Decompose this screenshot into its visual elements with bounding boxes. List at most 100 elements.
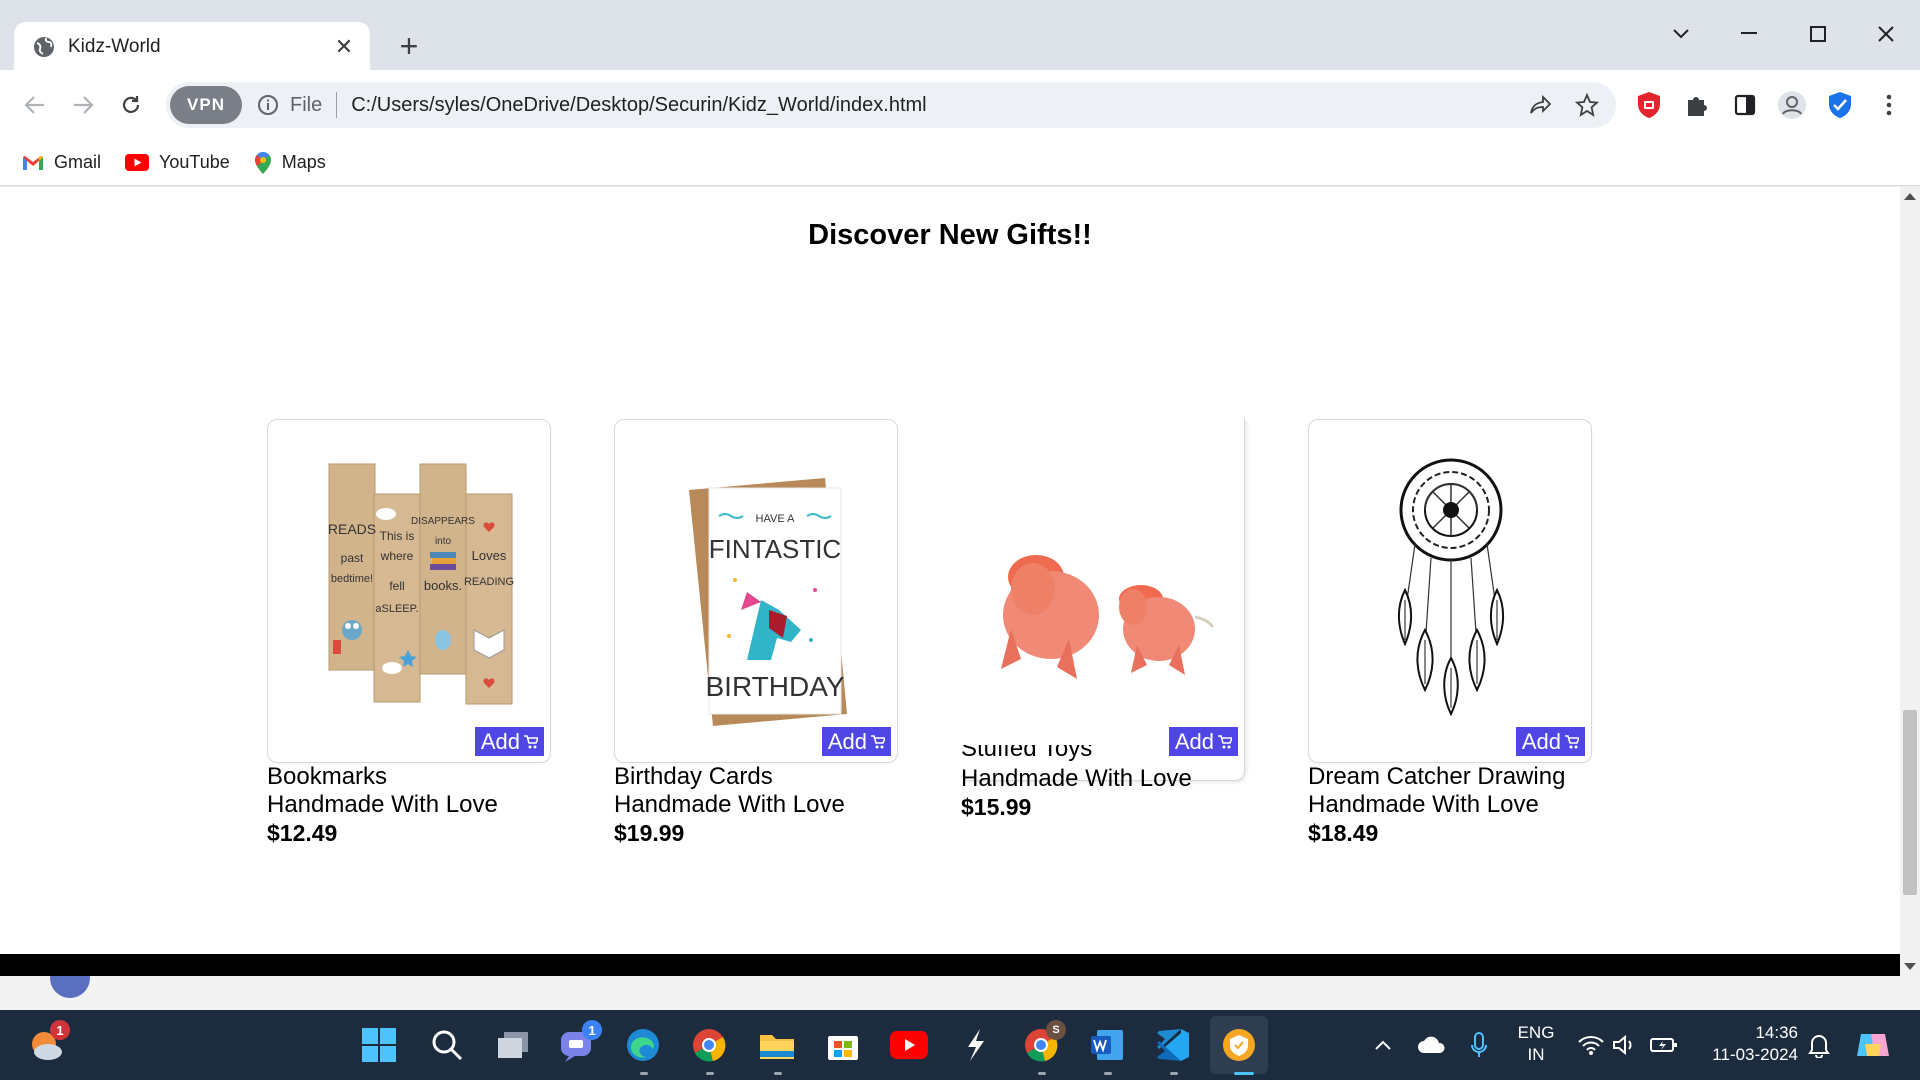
word-icon[interactable] xyxy=(1086,1024,1128,1066)
scroll-up-arrow-icon[interactable] xyxy=(1904,193,1916,200)
bookmarks-image: READS past bedtime! This is where fell a… xyxy=(328,463,514,705)
product-price: $18.49 xyxy=(1308,820,1379,846)
profile-avatar-icon[interactable] xyxy=(1775,88,1809,122)
back-arrow-icon[interactable] xyxy=(18,88,52,122)
bookmark-text: books. xyxy=(424,578,462,593)
task-view-icon[interactable] xyxy=(492,1024,534,1066)
vscode-icon[interactable] xyxy=(1152,1024,1194,1066)
chrome-icon[interactable] xyxy=(688,1024,730,1066)
bookmark-star-icon[interactable] xyxy=(1570,88,1604,122)
share-icon[interactable] xyxy=(1524,88,1558,122)
product-tagline: Handmade With Love xyxy=(961,765,1192,792)
page-viewport: Discover New Gifts!! READS past bedtime!… xyxy=(0,187,1920,976)
product-price: $12.49 xyxy=(267,820,338,846)
file-explorer-icon[interactable] xyxy=(756,1024,798,1066)
vpn-app-icon[interactable] xyxy=(1218,1024,1260,1066)
clock-date: 11-03-2024 xyxy=(1712,1045,1798,1064)
bookmark-text: Loves xyxy=(472,548,507,563)
product-image-frame: Add xyxy=(1308,419,1592,763)
language-code: ENG xyxy=(1517,1023,1555,1042)
info-icon[interactable] xyxy=(256,93,280,117)
microphone-icon[interactable] xyxy=(1458,1024,1500,1066)
globe-icon xyxy=(34,37,54,57)
chrome-running-dot xyxy=(706,1072,714,1075)
tab-close-icon[interactable]: ✕ xyxy=(332,34,356,60)
bookmark-text: READING xyxy=(464,576,514,588)
language-indicator[interactable]: ENG IN xyxy=(1508,1022,1564,1066)
copilot-icon[interactable] xyxy=(1852,1024,1894,1066)
extensions-puzzle-icon[interactable] xyxy=(1680,88,1714,122)
product-tagline: Handmade With Love xyxy=(267,791,498,818)
tab-search-chevron-icon[interactable] xyxy=(1661,16,1701,52)
address-separator xyxy=(336,92,338,118)
weather-badge: 1 xyxy=(50,1020,70,1040)
bookmark-youtube[interactable]: YouTube xyxy=(125,152,230,173)
new-tab-button[interactable]: + xyxy=(392,30,426,64)
card-text: HAVE A xyxy=(756,513,796,525)
vpn-badge[interactable]: VPN xyxy=(170,86,242,124)
side-panel-icon[interactable] xyxy=(1728,88,1762,122)
card-text: BIRTHDAY xyxy=(706,671,845,702)
product-image-frame: HAVE A FINTASTIC BIRTHDAY Add xyxy=(614,419,898,763)
bookmark-text: past xyxy=(341,551,364,565)
teams-badge: 1 xyxy=(582,1020,602,1040)
bookmark-text: bedtime! xyxy=(331,573,373,585)
onedrive-cloud-icon[interactable] xyxy=(1410,1024,1452,1066)
volume-icon[interactable] xyxy=(1605,1024,1647,1066)
gmail-icon xyxy=(22,155,44,171)
bookmark-gmail[interactable]: Gmail xyxy=(22,152,101,173)
bookmark-label: YouTube xyxy=(159,152,230,172)
page-title: Discover New Gifts!! xyxy=(808,219,1092,251)
maximize-icon[interactable] xyxy=(1798,16,1838,52)
address-bar[interactable]: VPN File C:/Users/syles/OneDrive/Desktop… xyxy=(166,82,1616,128)
word-running-dot xyxy=(1104,1072,1112,1075)
url-text[interactable]: C:/Users/syles/OneDrive/Desktop/Securin/… xyxy=(351,94,1524,117)
background-window-strip xyxy=(0,976,1920,1010)
scroll-down-arrow-icon[interactable] xyxy=(1904,963,1916,970)
search-icon[interactable] xyxy=(426,1024,468,1066)
tab-title: Kidz-World xyxy=(68,36,161,57)
microsoft-store-icon[interactable] xyxy=(822,1024,864,1066)
notification-bell-icon[interactable] xyxy=(1798,1024,1840,1066)
product-card: HAVE A FINTASTIC BIRTHDAY Add Birthday C… xyxy=(614,419,898,847)
adblock-extension-icon[interactable] xyxy=(1632,88,1666,122)
product-tagline: Handmade With Love xyxy=(614,791,845,818)
cart-icon xyxy=(1565,734,1579,748)
minimize-icon[interactable] xyxy=(1729,16,1769,52)
bookmark-label: Maps xyxy=(281,152,326,172)
start-windows-icon[interactable] xyxy=(358,1024,400,1066)
add-to-cart-button[interactable]: Add xyxy=(474,727,544,756)
bookmark-text: This is xyxy=(380,529,415,543)
bookmarks-bar: Gmail YouTube Maps xyxy=(0,140,1920,186)
bookmark-text: READS xyxy=(328,521,376,537)
card-text: FINTASTIC xyxy=(709,534,841,564)
product-image-frame: Add xyxy=(961,419,1245,781)
vertical-scrollbar[interactable] xyxy=(1900,187,1920,976)
close-window-icon[interactable] xyxy=(1866,16,1906,52)
product-card: Add Dream Catcher Drawing Handmade With … xyxy=(1308,419,1592,847)
browser-tab[interactable]: Kidz-World ✕ xyxy=(14,22,370,72)
add-button-label: Add xyxy=(1521,728,1561,754)
bookmark-label: Gmail xyxy=(54,152,102,172)
dream-catcher-image xyxy=(1398,458,1504,717)
browser-toolbar: VPN File C:/Users/syles/OneDrive/Desktop… xyxy=(0,70,1920,140)
product-name: Stuffed Toys xyxy=(961,745,1093,762)
product-card: Add Stuffed Toys Handmade With Love $15.… xyxy=(961,419,1245,820)
browser-menu-icon[interactable] xyxy=(1872,88,1906,122)
battery-icon[interactable] xyxy=(1643,1024,1685,1066)
file-scheme-label: File xyxy=(290,93,323,116)
app-lightning-icon[interactable] xyxy=(954,1024,996,1066)
edge-icon[interactable] xyxy=(622,1024,664,1066)
bookmark-maps[interactable]: Maps xyxy=(254,151,326,175)
youtube-app-icon[interactable] xyxy=(888,1024,930,1066)
forward-arrow-icon[interactable] xyxy=(66,88,100,122)
security-shield-icon[interactable] xyxy=(1823,88,1857,122)
add-to-cart-button[interactable]: Add xyxy=(1515,727,1585,756)
bookmark-text: into xyxy=(435,536,452,547)
show-hidden-icons-chevron-icon[interactable] xyxy=(1362,1024,1404,1066)
clock[interactable]: 14:36 11-03-2024 xyxy=(1694,1022,1798,1066)
add-to-cart-button[interactable]: Add xyxy=(821,727,891,756)
reload-icon[interactable] xyxy=(114,88,148,122)
edge-running-dot xyxy=(640,1072,648,1075)
scrollbar-thumb[interactable] xyxy=(1903,710,1917,895)
